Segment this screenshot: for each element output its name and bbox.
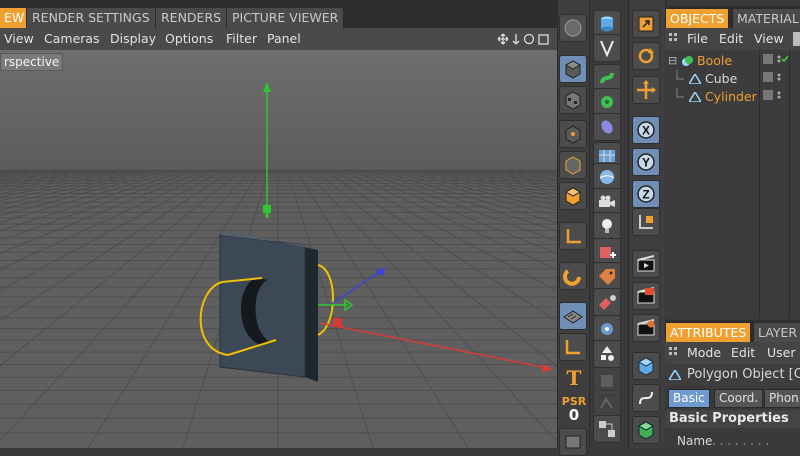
axis-y-label: Y bbox=[642, 156, 650, 170]
objects-menu-edit[interactable]: Edit bbox=[719, 31, 743, 46]
scale-tool-icon[interactable] bbox=[632, 10, 660, 38]
tree-line-icon bbox=[676, 70, 684, 80]
texture-mode-icon[interactable] bbox=[559, 86, 587, 114]
tab-attributes[interactable]: ATTRIBUTES bbox=[665, 322, 752, 344]
spline-pen-icon[interactable] bbox=[593, 34, 621, 62]
viewport-nav-icons[interactable] bbox=[496, 31, 554, 47]
axis-x-label: X bbox=[642, 124, 650, 138]
attributes-menu-user[interactable]: User bbox=[767, 345, 796, 360]
coordinate-system-icon[interactable] bbox=[632, 208, 660, 236]
selection-tag-icon[interactable] bbox=[593, 288, 621, 316]
tab-picture-viewer[interactable]: PICTURE VIEWER bbox=[226, 7, 345, 29]
attribute-page-buttons: Basic Coord. Phon bbox=[665, 386, 800, 408]
boole-object[interactable] bbox=[0, 50, 557, 448]
perspective-viewport[interactable] bbox=[0, 50, 557, 448]
menu-view[interactable]: View bbox=[4, 31, 34, 46]
render-to-picture-viewer-icon[interactable] bbox=[632, 282, 660, 310]
polygons-mode-icon[interactable] bbox=[559, 182, 587, 210]
lock-y-axis-button[interactable]: Y bbox=[632, 148, 660, 176]
axis-z-label: Z bbox=[642, 188, 649, 202]
psr-value: 0 bbox=[568, 406, 580, 424]
polygon-object-icon bbox=[669, 370, 681, 380]
undo-view-icon[interactable] bbox=[559, 14, 587, 42]
floor-icon[interactable] bbox=[559, 428, 587, 456]
planar-workplane-icon[interactable] bbox=[559, 333, 587, 361]
lock-x-axis-button[interactable]: X bbox=[632, 116, 660, 144]
tab-objects[interactable]: OBJECTS bbox=[665, 8, 730, 30]
attributes-menu-bar: Mode Edit User bbox=[665, 342, 800, 364]
tab-layers[interactable]: LAYER bbox=[753, 322, 800, 344]
attribute-title-text: Polygon Object [C bbox=[687, 367, 800, 382]
coord-tab-button[interactable]: Coord. bbox=[714, 389, 764, 408]
tab-render-settings[interactable]: RENDER SETTINGS bbox=[26, 7, 156, 29]
rotate-tool-icon[interactable] bbox=[632, 42, 660, 70]
cube-object-icon bbox=[689, 74, 701, 84]
light-icon[interactable] bbox=[593, 212, 621, 240]
tree-line-icon bbox=[676, 88, 684, 98]
move-tool-icon[interactable] bbox=[632, 76, 660, 104]
attributes-tab-strip: ATTRIBUTES LAYER bbox=[665, 320, 800, 344]
objects-menu-view[interactable]: View bbox=[754, 31, 784, 46]
attributes-object-title: Polygon Object [C bbox=[665, 364, 800, 386]
viewport-menu-bar: View Cameras Display Options Filter Pane… bbox=[0, 28, 557, 50]
magnet-snap-icon[interactable] bbox=[559, 262, 587, 290]
object-manager-list: ⊟ Boole Cube Cylinder bbox=[665, 50, 800, 318]
transform-toolbar: X Y Z bbox=[628, 0, 666, 448]
name-field-leader: . . . . . . . . bbox=[712, 434, 770, 448]
primitives-icon[interactable] bbox=[593, 340, 621, 368]
edges-mode-icon[interactable] bbox=[559, 151, 587, 179]
sky-icon[interactable] bbox=[593, 163, 621, 191]
collapse-icon[interactable]: ⊟ bbox=[668, 54, 677, 67]
objects-menu-bar: File Edit View bbox=[665, 28, 800, 50]
menu-display[interactable]: Display bbox=[110, 31, 156, 46]
tag-icon[interactable] bbox=[593, 262, 621, 290]
panel-grip-icon[interactable] bbox=[669, 347, 681, 359]
lock-z-axis-button[interactable]: Z bbox=[632, 180, 660, 208]
workplane-lock-icon[interactable] bbox=[559, 302, 587, 330]
cube-primitive-icon[interactable] bbox=[632, 352, 660, 380]
points-mode-icon[interactable] bbox=[559, 120, 587, 148]
display-tag-icon[interactable] bbox=[593, 315, 621, 343]
object-create-toolbar bbox=[589, 0, 628, 448]
attributes-menu-edit[interactable]: Edit bbox=[731, 345, 755, 360]
render-settings-icon[interactable] bbox=[632, 314, 660, 342]
name-field-row: Name . . . . . . . . bbox=[665, 430, 800, 448]
basic-properties-header: Basic Properties bbox=[665, 410, 800, 428]
object-name-cylinder[interactable]: Cylinder bbox=[705, 89, 757, 104]
spline-tool-icon[interactable] bbox=[632, 384, 660, 412]
tab-materials[interactable]: MATERIAL bbox=[732, 8, 800, 30]
render-view-icon[interactable] bbox=[632, 250, 660, 278]
cylinder-object-icon bbox=[689, 92, 701, 102]
text-tool-icon[interactable]: T bbox=[562, 366, 586, 390]
green-cube-icon[interactable] bbox=[632, 416, 660, 444]
viewport-label[interactable]: rspective bbox=[0, 53, 64, 71]
node-editor-icon[interactable] bbox=[593, 415, 621, 443]
boole-icon bbox=[682, 56, 693, 66]
panel-grip-icon[interactable] bbox=[669, 33, 681, 45]
axis-mode-icon[interactable] bbox=[559, 222, 587, 250]
model-mode-icon[interactable] bbox=[559, 55, 587, 83]
objects-tab-strip: OBJECTS MATERIAL bbox=[665, 6, 800, 30]
phong-tab-button[interactable]: Phon bbox=[764, 389, 800, 408]
menu-filter[interactable]: Filter bbox=[226, 31, 257, 46]
array-generator-icon[interactable] bbox=[593, 88, 621, 116]
object-name-boole[interactable]: Boole bbox=[697, 53, 732, 68]
disabled-tool-icon-2 bbox=[593, 390, 621, 418]
objects-menu-more-icon[interactable] bbox=[793, 32, 800, 46]
deformer-icon[interactable] bbox=[593, 113, 621, 141]
basic-properties-title: Basic Properties bbox=[669, 411, 789, 426]
tab-renders[interactable]: RENDERS bbox=[155, 7, 228, 29]
left-mode-toolbar: T PSR 0 bbox=[557, 0, 590, 456]
basic-tab-button[interactable]: Basic bbox=[668, 389, 710, 408]
menu-cameras[interactable]: Cameras bbox=[44, 31, 100, 46]
visibility-toggles-icon[interactable] bbox=[763, 54, 793, 106]
menu-panel[interactable]: Panel bbox=[267, 31, 301, 46]
objects-menu-file[interactable]: File bbox=[687, 31, 708, 46]
attributes-menu-mode[interactable]: Mode bbox=[687, 345, 721, 360]
menu-options[interactable]: Options bbox=[165, 31, 213, 46]
name-field-label: Name bbox=[677, 434, 713, 448]
editor-tab-strip: EW RENDER SETTINGS RENDERS PICTURE VIEWE… bbox=[0, 0, 557, 29]
object-name-cube[interactable]: Cube bbox=[705, 71, 737, 86]
